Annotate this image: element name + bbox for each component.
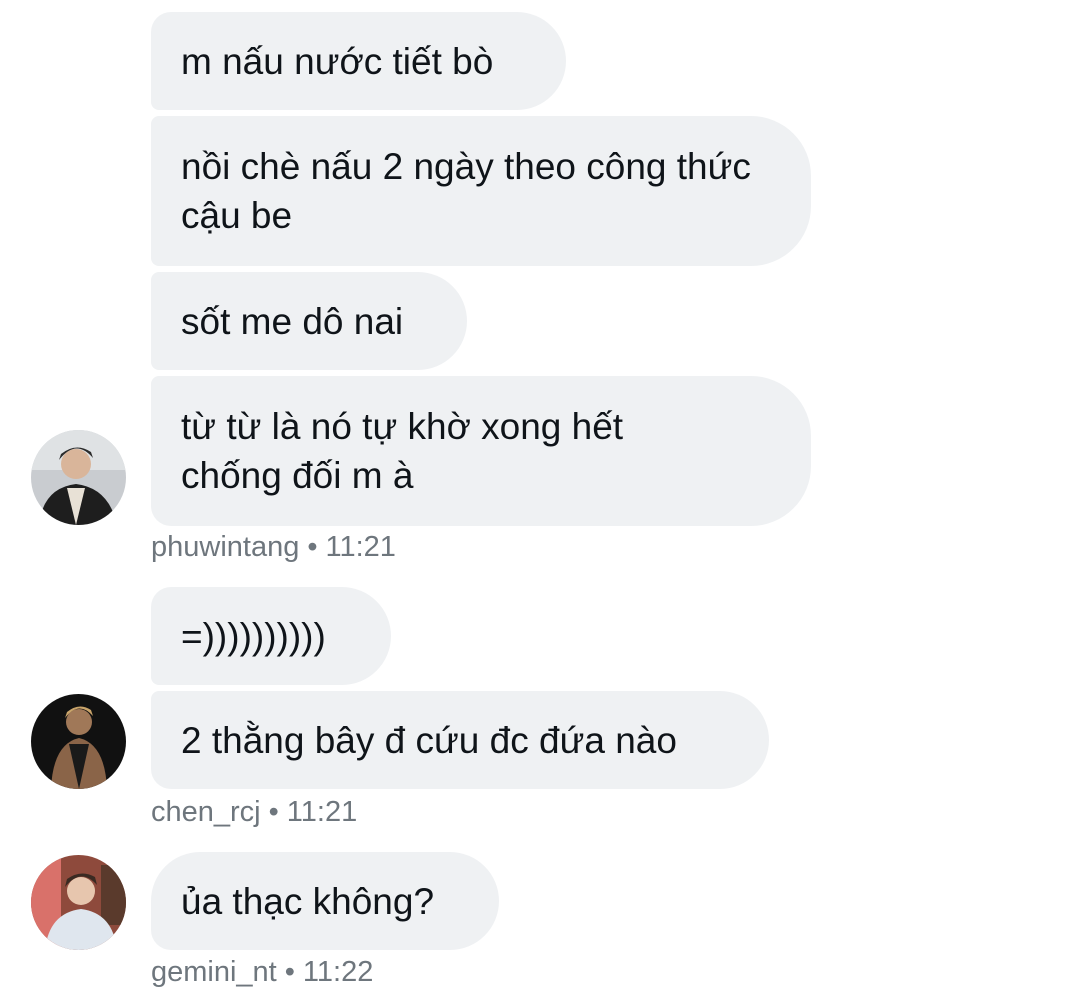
message-bubble[interactable]: từ từ là nó tự khờ xong hết chống đối m … — [151, 376, 811, 526]
message-meta: chen_rcj • 11:21 — [151, 794, 357, 830]
message-text: ủa thạc không? — [181, 880, 435, 922]
message-bubble[interactable]: sốt me dô nai — [151, 272, 467, 370]
avatar-photo-icon — [31, 430, 126, 525]
timestamp: 11:22 — [302, 956, 374, 988]
message-bubble[interactable]: 2 thằng bây đ cứu đc đứa nào — [151, 691, 769, 789]
avatar-photo-icon — [31, 694, 126, 789]
username-label[interactable]: phuwintang — [151, 531, 299, 563]
timestamp: 11:21 — [286, 796, 358, 828]
message-meta: gemini_nt • 11:22 — [151, 954, 373, 990]
timestamp: 11:21 — [325, 531, 396, 563]
separator-dot: • — [284, 956, 295, 988]
message-meta: phuwintang • 11:21 — [151, 529, 396, 565]
user-avatar-chen-rcj[interactable] — [31, 694, 126, 789]
avatar-photo-icon — [31, 855, 126, 950]
message-text: 2 thằng bây đ cứu đc đứa nào — [181, 719, 677, 761]
separator-dot: • — [307, 531, 318, 563]
user-avatar-gemini-nt[interactable] — [31, 855, 126, 950]
message-text: nồi chè nấu 2 ngày theo công thức cậu be — [181, 146, 751, 236]
message-text: từ từ là nó tự khờ xong hết chống đối m … — [181, 406, 624, 496]
message-text: =)))))))))) — [181, 615, 326, 657]
username-label[interactable]: chen_rcj — [151, 796, 261, 828]
user-avatar-phuwintang[interactable] — [31, 430, 126, 525]
message-text: m nấu nước tiết bò — [181, 40, 494, 82]
message-bubble[interactable]: ủa thạc không? — [151, 852, 499, 950]
message-text: sốt me dô nai — [181, 300, 404, 342]
message-bubble[interactable]: m nấu nước tiết bò — [151, 12, 566, 110]
message-bubble[interactable]: =)))))))))) — [151, 587, 391, 685]
separator-dot: • — [268, 796, 279, 828]
message-bubble[interactable]: nồi chè nấu 2 ngày theo công thức cậu be — [151, 116, 811, 266]
username-label[interactable]: gemini_nt — [151, 956, 277, 988]
